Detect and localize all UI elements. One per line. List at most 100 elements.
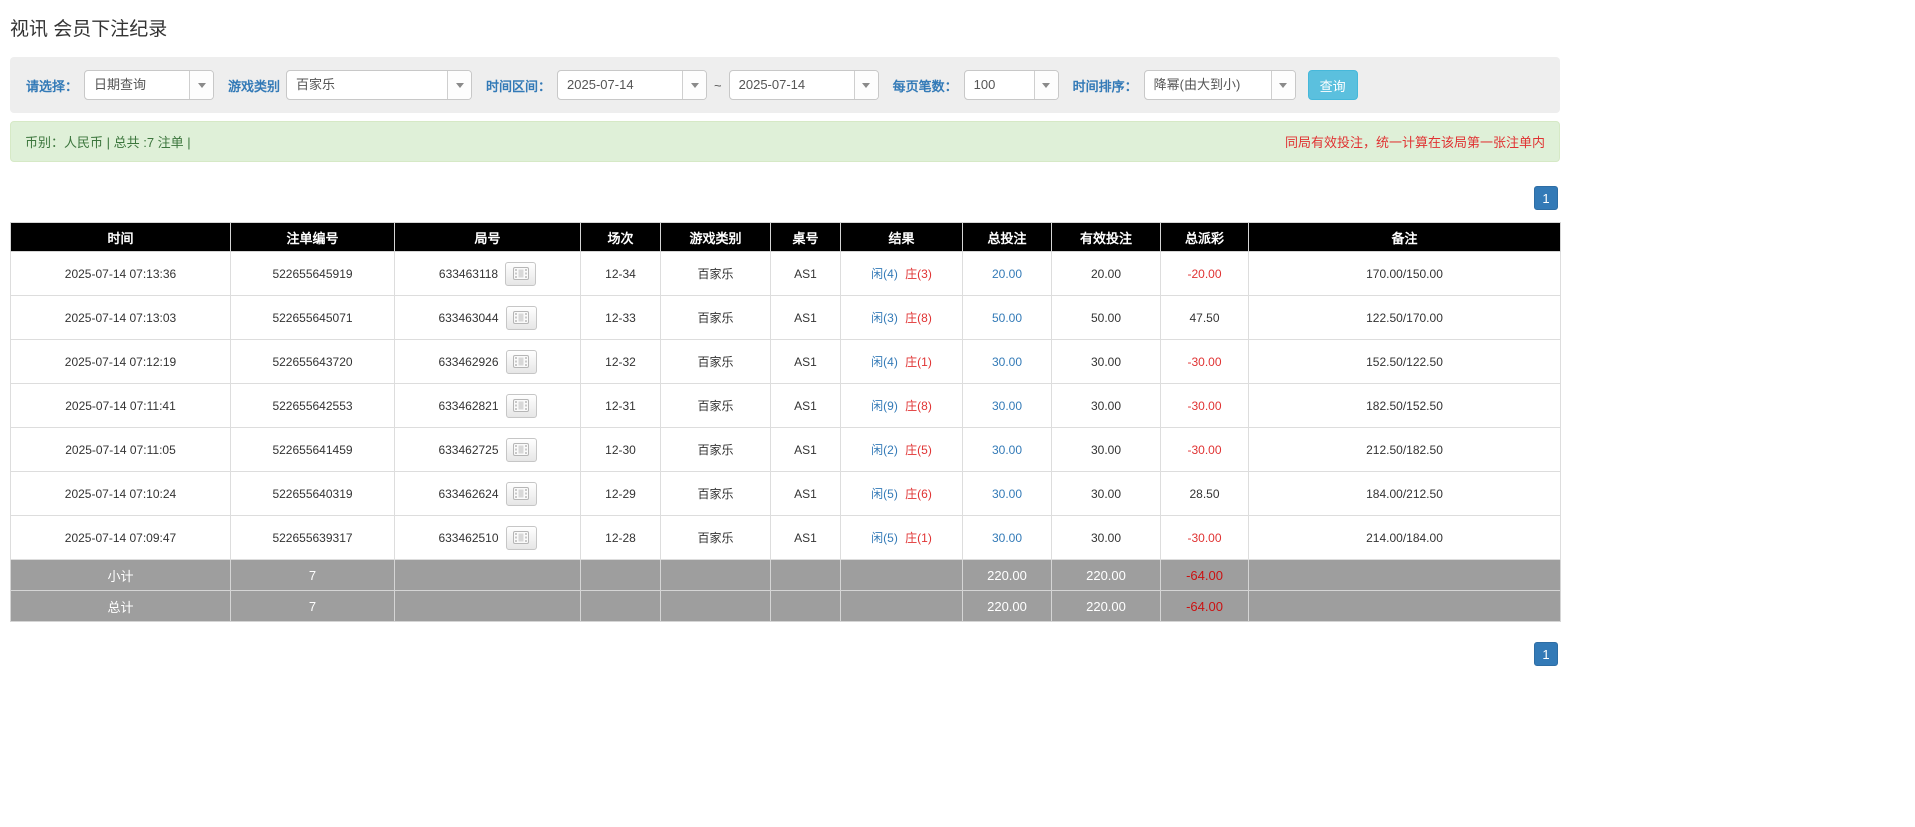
cell-bet-id: 522655639317 [230, 515, 395, 560]
table-row: 2025-07-14 07:12:19 522655643720 6334629… [10, 339, 1561, 384]
cell-total-bet: 30.00 [962, 471, 1052, 516]
page-size-value: 100 [973, 77, 996, 92]
subtotal-empty-cell [1248, 559, 1561, 591]
cell-total-bet: 30.00 [962, 383, 1052, 428]
cell-round-id: 633462624 [394, 471, 581, 516]
query-type-select[interactable]: 日期查询 [84, 70, 215, 100]
date-range-label: 时间区间： [486, 78, 552, 94]
cell-session: 12-32 [580, 339, 661, 384]
warning-text: 同局有效投注，统一计算在该局第一张注单内 [1284, 135, 1545, 150]
cell-remark: 184.00/212.50 [1248, 471, 1561, 516]
cell-payout: -30.00 [1160, 427, 1249, 472]
result-banker: 庄(1) [905, 531, 932, 545]
result-banker: 庄(5) [905, 443, 932, 457]
subtotal-payout: -64.00 [1160, 559, 1249, 591]
cell-valid-bet: 50.00 [1051, 295, 1161, 340]
total-total-bet: 220.00 [962, 590, 1052, 622]
sort-order-label: 时间排序： [1072, 78, 1138, 94]
cell-bet-id: 522655640319 [230, 471, 395, 516]
cell-session: 12-33 [580, 295, 661, 340]
total-valid-bet: 220.00 [1051, 590, 1161, 622]
total-empty-cell [660, 590, 771, 622]
cell-bet-id: 522655641459 [230, 427, 395, 472]
cell-total-bet: 30.00 [962, 515, 1052, 560]
total-empty-cell [770, 590, 841, 622]
table-header-row: 时间 注单编号 局号 场次 游戏类别 桌号 结果 总投注 有效投注 总派彩 备注 [10, 222, 1561, 252]
chevron-down-icon[interactable] [1270, 71, 1295, 99]
cell-session: 12-31 [580, 383, 661, 428]
cell-result: 闲(5) 庄(6) [840, 471, 963, 516]
date-from-select[interactable]: 2025-07-14 [557, 70, 708, 100]
cell-remark: 152.50/122.50 [1248, 339, 1561, 384]
cell-time: 2025-07-14 07:12:19 [10, 339, 231, 384]
cell-remark: 212.50/182.50 [1248, 427, 1561, 472]
table-row: 2025-07-14 07:13:03 522655645071 6334630… [10, 295, 1561, 340]
subtotal-total-bet: 220.00 [962, 559, 1052, 591]
total-bet-link[interactable]: 20.00 [992, 267, 1022, 281]
cell-total-bet: 30.00 [962, 427, 1052, 472]
header-bet-id: 注单编号 [230, 222, 395, 252]
video-replay-button[interactable] [505, 481, 537, 506]
video-replay-button[interactable] [505, 261, 537, 286]
sort-order-select[interactable]: 降幂(由大到小) [1143, 70, 1296, 100]
video-replay-button[interactable] [505, 305, 537, 330]
chevron-down-icon[interactable] [853, 71, 878, 99]
video-icon [513, 311, 530, 324]
chevron-down-icon[interactable] [189, 71, 214, 99]
subtotal-empty-cell [660, 559, 771, 591]
notice-bar: 币别：人民币 | 总共 :7 注单 | 同局有效投注，统一计算在该局第一张注单内 [10, 121, 1560, 162]
total-bet-link[interactable]: 30.00 [992, 399, 1022, 413]
video-replay-button[interactable] [505, 525, 537, 550]
header-total-bet: 总投注 [962, 222, 1052, 252]
total-bet-link[interactable]: 50.00 [992, 311, 1022, 325]
total-label: 总计 [10, 590, 231, 622]
table-row: 2025-07-14 07:11:05 522655641459 6334627… [10, 427, 1561, 472]
result-banker: 庄(3) [905, 267, 932, 281]
total-empty-cell [394, 590, 581, 622]
cell-table-no: AS1 [770, 295, 841, 340]
result-banker: 庄(1) [905, 355, 932, 369]
subtotal-valid-bet: 220.00 [1051, 559, 1161, 591]
cell-payout: -30.00 [1160, 383, 1249, 428]
cell-valid-bet: 30.00 [1051, 515, 1161, 560]
round-id-text: 633462624 [438, 486, 499, 501]
round-id-text: 633462510 [438, 530, 499, 545]
date-to-select[interactable]: 2025-07-14 [728, 70, 879, 100]
page-button-1[interactable]: 1 [1534, 642, 1558, 666]
search-button[interactable]: 查询 [1307, 70, 1358, 100]
cell-table-no: AS1 [770, 251, 841, 296]
page-button-1[interactable]: 1 [1534, 186, 1558, 210]
header-session: 场次 [580, 222, 661, 252]
video-icon [512, 267, 529, 280]
cell-payout: 28.50 [1160, 471, 1249, 516]
cell-bet-id: 522655645919 [230, 251, 395, 296]
game-type-select[interactable]: 百家乐 [286, 70, 473, 100]
cell-remark: 182.50/152.50 [1248, 383, 1561, 428]
page-size-select[interactable]: 100 [963, 70, 1059, 100]
total-empty-cell [580, 590, 661, 622]
cell-payout: -30.00 [1160, 515, 1249, 560]
total-bet-link[interactable]: 30.00 [992, 487, 1022, 501]
filter-bar: 请选择： 日期查询 游戏类别 百家乐 时间区间： 2025-07-14 ~ 20… [10, 57, 1560, 113]
video-replay-button[interactable] [505, 393, 537, 418]
result-player: 闲(4) [871, 267, 898, 281]
total-empty-cell [840, 590, 963, 622]
cell-bet-id: 522655645071 [230, 295, 395, 340]
cell-table-no: AS1 [770, 471, 841, 516]
table-row: 2025-07-14 07:09:47 522655639317 6334625… [10, 515, 1561, 560]
chevron-down-icon[interactable] [447, 71, 472, 99]
video-replay-button[interactable] [505, 349, 537, 374]
round-id-text: 633463118 [438, 266, 499, 281]
total-bet-link[interactable]: 30.00 [992, 443, 1022, 457]
cell-time: 2025-07-14 07:13:36 [10, 251, 231, 296]
total-bet-link[interactable]: 30.00 [992, 355, 1022, 369]
total-bet-link[interactable]: 30.00 [992, 531, 1022, 545]
chevron-down-icon[interactable] [1033, 71, 1058, 99]
cell-bet-id: 522655642553 [230, 383, 395, 428]
result-banker: 庄(8) [905, 399, 932, 413]
table-row: 2025-07-14 07:13:36 522655645919 6334631… [10, 251, 1561, 296]
cell-round-id: 633463118 [394, 251, 581, 296]
chevron-down-icon[interactable] [682, 71, 707, 99]
result-banker: 庄(8) [905, 311, 932, 325]
video-replay-button[interactable] [505, 437, 537, 462]
